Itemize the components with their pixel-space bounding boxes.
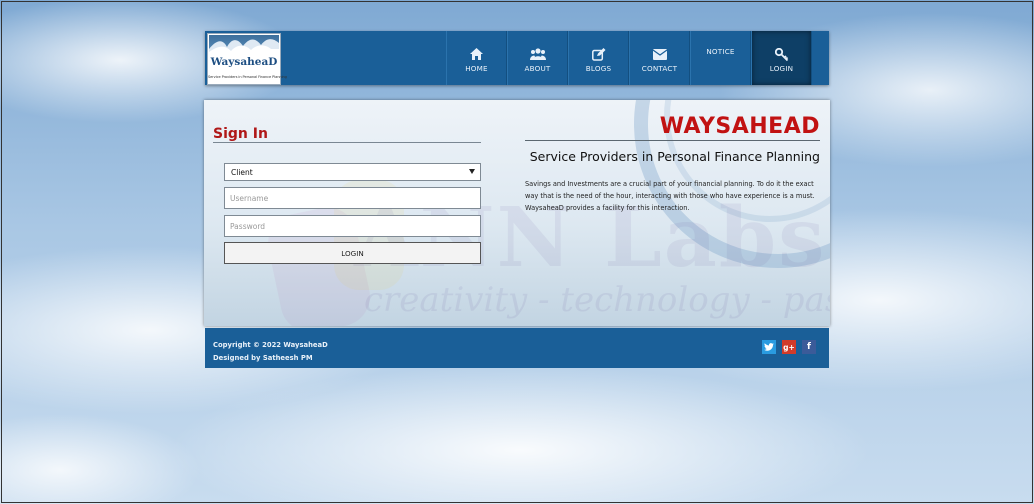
nav-login[interactable]: LOGIN: [751, 31, 812, 85]
site-logo[interactable]: WaysaheaD Service Providers in Personal …: [207, 33, 287, 85]
role-select[interactable]: Client: [224, 163, 481, 181]
main-nav: HOME ABOUT BLOGS CONTACT NOTICE LOGIN: [446, 31, 812, 85]
nav-home-label: HOME: [465, 64, 488, 73]
nav-home[interactable]: HOME: [446, 31, 507, 85]
content-panel: ANN Labs creativity - technology - passi…: [204, 100, 830, 326]
password-input[interactable]: [224, 215, 481, 237]
login-form: Client LOGIN: [224, 163, 481, 264]
facebook-icon[interactable]: f: [802, 340, 816, 354]
watermark-slogan: creativity - technology - passion: [364, 280, 830, 320]
nav-about[interactable]: ABOUT: [507, 31, 568, 85]
nav-about-label: ABOUT: [524, 64, 551, 73]
logo-name: WaysaheaD: [210, 56, 278, 68]
site-header: WaysaheaD Service Providers in Personal …: [205, 31, 829, 85]
social-links: g+ f: [762, 340, 816, 354]
envelope-icon: [652, 46, 667, 62]
logo-wave-graphic: [209, 35, 279, 54]
edit-icon: [591, 46, 606, 62]
home-icon: [470, 46, 483, 62]
signin-heading: Sign In: [213, 126, 268, 142]
login-button[interactable]: LOGIN: [224, 242, 481, 264]
users-icon: [529, 46, 546, 62]
brand-title: WAYSAHEAD: [659, 114, 820, 139]
nav-notice[interactable]: NOTICE: [690, 31, 751, 85]
footer-text: Copyright © 2022 WaysaheaD Designed by S…: [213, 339, 328, 364]
nav-login-label: LOGIN: [769, 64, 794, 73]
site-footer: Copyright © 2022 WaysaheaD Designed by S…: [205, 328, 829, 368]
twitter-icon[interactable]: [762, 340, 776, 354]
brand-divider: [525, 140, 820, 141]
signin-divider: [213, 142, 481, 143]
nav-contact-label: CONTACT: [641, 64, 678, 73]
nav-blogs[interactable]: BLOGS: [568, 31, 629, 85]
nav-contact[interactable]: CONTACT: [629, 31, 690, 85]
nav-blogs-label: BLOGS: [585, 64, 612, 73]
google-plus-icon[interactable]: g+: [782, 340, 796, 354]
username-input[interactable]: [224, 187, 481, 209]
chevron-down-icon: [469, 169, 475, 174]
role-select-value: Client: [231, 168, 253, 177]
copyright-text: Copyright © 2022 WaysaheaD: [213, 341, 328, 349]
designer-credit: Designed by Satheesh PM: [213, 353, 313, 362]
logo-tagline: Service Providers in Personal Finance Pl…: [208, 75, 287, 79]
nav-notice-label: NOTICE: [706, 47, 735, 56]
key-icon: [774, 46, 789, 62]
brand-description: Savings and Investments are a crucial pa…: [525, 180, 815, 212]
brand-subtitle: Service Providers in Personal Finance Pl…: [529, 149, 820, 164]
